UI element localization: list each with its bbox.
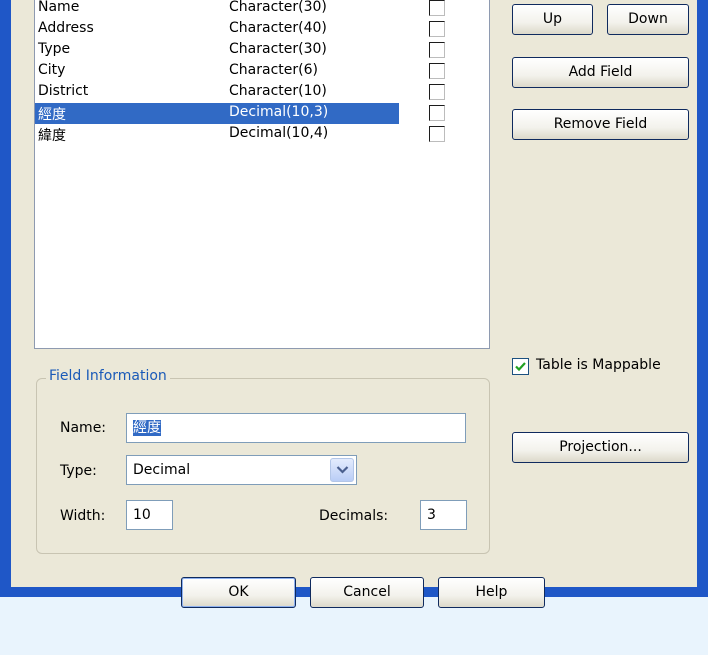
table-row[interactable]: 緯度 Decimal(10,4) — [35, 124, 489, 145]
projection-button[interactable]: Projection... — [512, 432, 689, 463]
chevron-down-icon — [336, 466, 349, 474]
field-type-cell: Character(30) — [229, 41, 327, 57]
table-row[interactable]: District Character(10) — [35, 82, 489, 103]
field-name-cell: 緯度 — [38, 128, 66, 144]
decimals-field[interactable]: 3 — [420, 500, 467, 530]
name-label: Name: — [60, 420, 107, 436]
field-information-title: Field Information — [46, 368, 170, 384]
field-name-cell: City — [38, 62, 66, 78]
remove-field-button-label: Remove Field — [553, 116, 648, 132]
decimals-value: 3 — [427, 507, 436, 523]
width-field[interactable]: 10 — [126, 500, 173, 530]
field-name-cell: Type — [38, 41, 71, 57]
table-row[interactable]: Name Character(30) — [35, 0, 489, 19]
type-value: Decimal — [133, 462, 191, 478]
table-structure-dialog: Name Character(30) Address Character(40)… — [0, 0, 708, 608]
field-name-cell: Name — [38, 0, 80, 15]
add-field-button-label: Add Field — [568, 64, 633, 80]
down-button-label: Down — [628, 11, 668, 27]
indexed-checkbox[interactable] — [429, 42, 445, 58]
indexed-checkbox[interactable] — [429, 63, 445, 79]
checkmark-icon — [515, 362, 526, 372]
down-button[interactable]: Down — [607, 4, 689, 35]
field-type-cell: Character(30) — [229, 0, 327, 15]
width-value: 10 — [133, 507, 151, 523]
dropdown-button[interactable] — [330, 458, 354, 482]
add-field-button[interactable]: Add Field — [512, 57, 689, 88]
field-name-cell: District — [38, 83, 89, 99]
mappable-label: Table is Mappable — [536, 357, 661, 373]
window-frame-left — [0, 0, 11, 597]
type-select[interactable]: Decimal — [126, 455, 357, 485]
mappable-checkbox[interactable] — [512, 358, 529, 375]
type-label: Type: — [60, 463, 97, 479]
table-row[interactable]: Address Character(40) — [35, 19, 489, 40]
width-label: Width: — [60, 508, 106, 524]
cancel-button[interactable]: Cancel — [310, 577, 424, 608]
field-list[interactable]: Name Character(30) Address Character(40)… — [34, 0, 490, 349]
indexed-checkbox[interactable] — [429, 84, 445, 100]
field-type-cell: Decimal(10,3) — [229, 104, 329, 120]
indexed-checkbox[interactable] — [429, 105, 445, 121]
indexed-checkbox[interactable] — [429, 21, 445, 37]
field-type-cell: Decimal(10,4) — [229, 125, 329, 141]
table-row-selected[interactable]: 經度 Decimal(10,3) — [35, 103, 489, 124]
selection-highlight — [35, 103, 399, 124]
ok-button-label: OK — [228, 584, 249, 600]
name-field[interactable]: 經度 — [126, 413, 466, 443]
field-name-cell: Address — [38, 20, 94, 36]
ok-button[interactable]: OK — [181, 577, 296, 608]
indexed-checkbox[interactable] — [429, 126, 445, 142]
up-button-label: Up — [542, 11, 563, 27]
window-frame-right — [697, 0, 708, 597]
projection-button-label: Projection... — [559, 439, 642, 455]
field-type-cell: Character(40) — [229, 20, 327, 36]
help-button[interactable]: Help — [438, 577, 545, 608]
cancel-button-label: Cancel — [343, 584, 391, 600]
indexed-checkbox[interactable] — [429, 0, 445, 16]
help-button-label: Help — [475, 584, 508, 600]
field-type-cell: Character(10) — [229, 83, 327, 99]
decimals-label: Decimals: — [319, 508, 389, 524]
remove-field-button[interactable]: Remove Field — [512, 109, 689, 140]
name-value: 經度 — [133, 420, 161, 436]
table-row[interactable]: City Character(6) — [35, 61, 489, 82]
table-row[interactable]: Type Character(30) — [35, 40, 489, 61]
up-button[interactable]: Up — [512, 4, 593, 35]
field-type-cell: Character(6) — [229, 62, 318, 78]
field-name-cell: 經度 — [38, 107, 66, 123]
